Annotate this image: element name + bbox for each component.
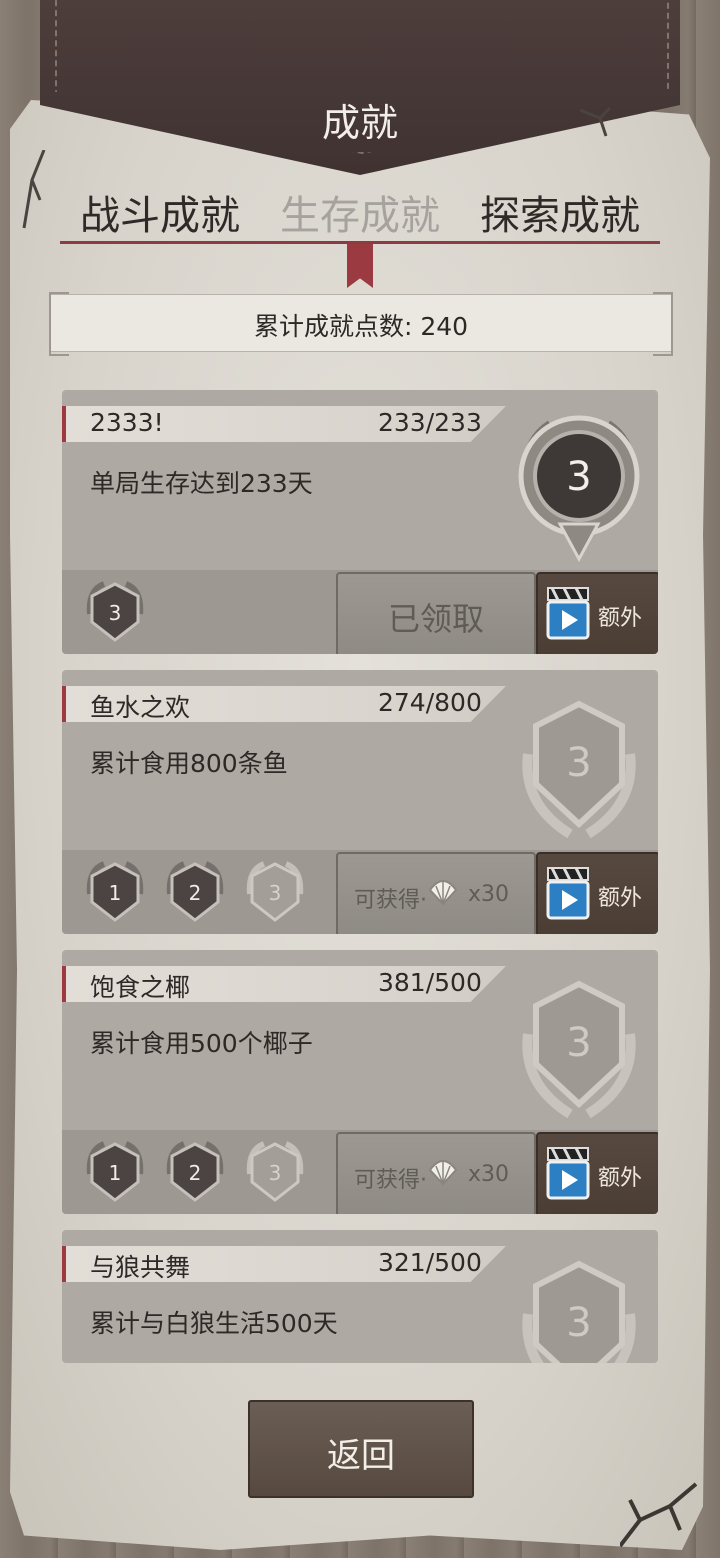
- achievement-card: 鱼水之欢 274/800 累计食用800条鱼 3 1 2 3 可获得· x30: [62, 670, 658, 934]
- locked-medal-icon: 3: [522, 700, 636, 839]
- medal-level: 3: [566, 1020, 591, 1066]
- achievement-points-bar: 累计成就点数: 240: [49, 292, 673, 356]
- tier-medal-locked-icon: 3: [246, 861, 304, 922]
- tier-medal-locked-icon: 3: [246, 1141, 304, 1202]
- tab-underline: [60, 241, 660, 244]
- branch-decoration: [580, 106, 612, 137]
- achievement-name: 2333!: [90, 408, 164, 437]
- tab-explore[interactable]: 探索成就: [460, 183, 660, 241]
- tier-number: 2: [189, 1161, 202, 1185]
- video-clapper-icon: [546, 587, 590, 640]
- reward-label: 可获得·: [354, 1168, 427, 1193]
- medal-level: 3: [566, 454, 591, 500]
- achievement-progress: 274/800: [378, 688, 482, 717]
- achievement-card: 饱食之椰 381/500 累计食用500个椰子 3 1 2 3 可获得· x30: [62, 950, 658, 1214]
- tier-number: 2: [189, 881, 202, 905]
- tier-medal-icon: 1: [86, 861, 144, 922]
- achievement-card: 与狼共舞 321/500 累计与白狼生活500天 3: [62, 1230, 658, 1363]
- achievement-progress: 381/500: [378, 968, 482, 997]
- claimed-label: 已领取: [387, 600, 484, 638]
- achievement-name: 饱食之椰: [90, 973, 191, 1002]
- tier-medal-icon: 1: [86, 1141, 144, 1202]
- tab-combat[interactable]: 战斗成就: [60, 183, 260, 241]
- tier-medal-icon: 2: [166, 861, 224, 922]
- achievement-desc: 累计与白狼生活500天: [90, 1309, 338, 1338]
- achievement-name: 鱼水之欢: [90, 693, 191, 722]
- tier-number: 3: [269, 1161, 282, 1185]
- tab-survival[interactable]: 生存成就: [260, 183, 460, 241]
- achievement-desc: 单局生存达到233天: [90, 469, 313, 498]
- tier-medal-icon: 2: [166, 1141, 224, 1202]
- achievement-desc: 累计食用800条鱼: [90, 749, 288, 778]
- extra-reward-button[interactable]: 额外: [536, 852, 658, 934]
- claimed-button[interactable]: 已领取: [336, 572, 536, 654]
- extra-label: 额外: [598, 886, 643, 911]
- shell-icon: [428, 1160, 458, 1186]
- medal-icon: 3: [518, 415, 640, 563]
- branch-decoration: [620, 1482, 698, 1548]
- tier-number: 1: [109, 881, 122, 905]
- tier-medal-icon: 3: [86, 581, 144, 642]
- shell-icon: [428, 880, 458, 906]
- reward-multiplier: x30: [468, 882, 510, 907]
- tier-number: 3: [109, 601, 122, 625]
- tier-number: 3: [269, 881, 282, 905]
- video-clapper-icon: [546, 1147, 590, 1200]
- video-clapper-icon: [546, 867, 590, 920]
- tier-number: 1: [109, 1161, 122, 1185]
- back-label: 返回: [327, 1436, 395, 1476]
- back-button[interactable]: 返回: [248, 1400, 474, 1498]
- achievement-points: 累计成就点数: 240: [253, 312, 469, 341]
- extra-reward-button[interactable]: 额外: [536, 572, 658, 654]
- extra-label: 额外: [598, 1166, 643, 1191]
- reward-button[interactable]: 可获得· x30: [336, 852, 536, 934]
- achievement-desc: 累计食用500个椰子: [90, 1029, 313, 1058]
- achievement-name: 与狼共舞: [90, 1253, 191, 1282]
- achievement-card: 2333! 233/233 单局生存达到233天 3 3 已领取 额外: [62, 390, 658, 654]
- achievement-progress: 233/233: [378, 408, 482, 437]
- reward-multiplier: x30: [468, 1162, 510, 1187]
- medal-level: 3: [566, 740, 591, 786]
- branch-decoration: [22, 150, 46, 229]
- achievement-progress: 321/500: [378, 1248, 482, 1277]
- reward-button[interactable]: 可获得· x30: [336, 1132, 536, 1214]
- locked-medal-icon: 3: [522, 1260, 636, 1363]
- extra-reward-button[interactable]: 额外: [536, 1132, 658, 1214]
- locked-medal-icon: 3: [522, 980, 636, 1119]
- extra-label: 额外: [598, 606, 643, 631]
- medal-level: 3: [566, 1300, 591, 1346]
- reward-label: 可获得·: [354, 888, 427, 913]
